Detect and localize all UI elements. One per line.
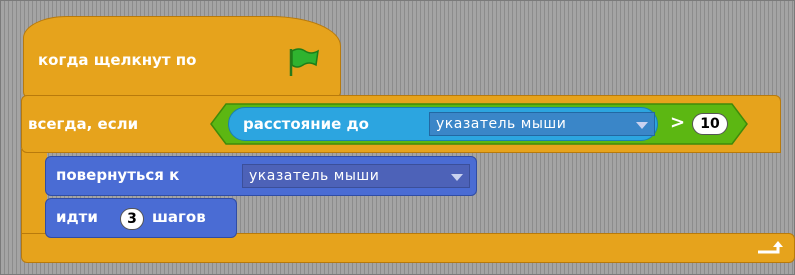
operator-symbol: > <box>670 112 686 133</box>
forever-if-label: всегда, если <box>28 115 139 133</box>
point-towards-value: указатель мыши <box>249 168 380 184</box>
greater-than-condition[interactable]: расстояние до указатель мыши > 10 <box>210 103 748 145</box>
chevron-down-icon <box>636 122 648 129</box>
distance-to-sensor[interactable]: расстояние до указатель мыши <box>228 107 658 141</box>
loop-arrow-icon <box>758 241 783 254</box>
point-towards-block[interactable]: повернуться к указатель мыши <box>45 156 477 196</box>
green-flag-icon <box>289 48 319 76</box>
hat-block-label: когда щелкнут по <box>38 51 197 69</box>
distance-target-value: указатель мыши <box>436 116 567 132</box>
point-towards-label: повернуться к <box>56 166 180 184</box>
chevron-down-icon <box>451 174 463 181</box>
steps-label: шагов <box>152 208 206 226</box>
move-steps-block[interactable]: идти 3 шагов <box>45 198 237 238</box>
move-label: идти <box>56 208 98 226</box>
distance-target-dropdown[interactable]: указатель мыши <box>429 112 655 136</box>
when-flag-clicked-block[interactable]: когда щелкнут по <box>23 16 341 98</box>
sensor-label: расстояние до <box>243 115 369 133</box>
script-area: когда щелкнут по всегда, если расстояние… <box>0 0 795 275</box>
c-block-arm <box>21 149 47 239</box>
compare-value-input[interactable]: 10 <box>692 113 728 135</box>
point-towards-dropdown[interactable]: указатель мыши <box>242 164 470 188</box>
steps-input[interactable]: 3 <box>120 208 144 230</box>
c-block-header: всегда, если расстояние до указатель мыш… <box>21 95 781 153</box>
